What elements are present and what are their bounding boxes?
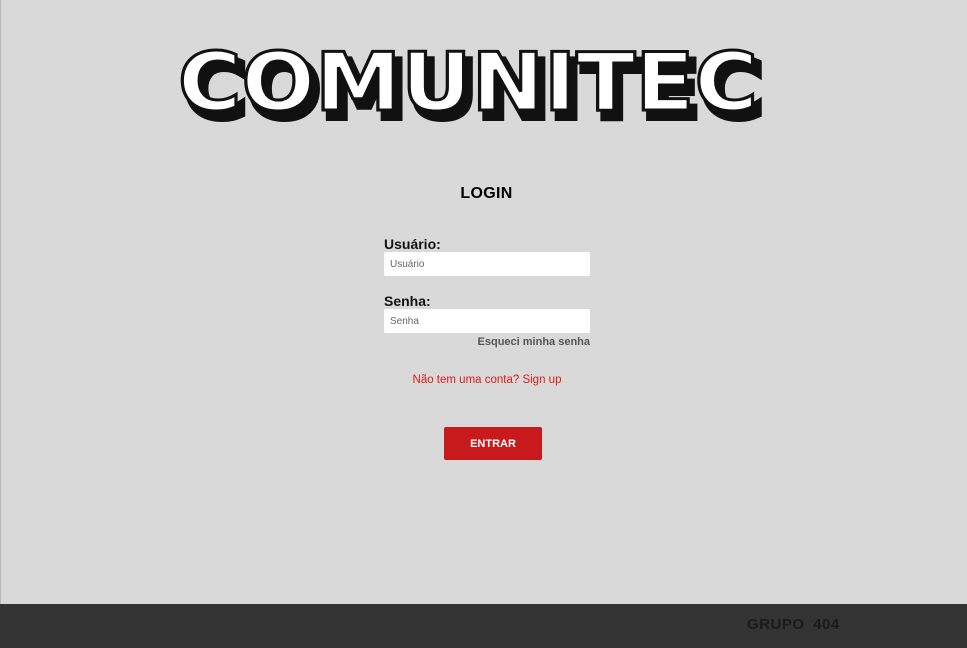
password-input[interactable]: [384, 309, 590, 333]
signup-link[interactable]: Não tem uma conta? Sign up: [384, 374, 590, 386]
login-page: COMUNITEC COMUNITEC LOGIN Usuário: Senha…: [0, 0, 967, 604]
login-title: LOGIN: [460, 185, 513, 202]
footer: GRUPO 404: [0, 604, 967, 648]
username-input[interactable]: [384, 252, 590, 276]
entrar-button[interactable]: ENTRAR: [444, 427, 542, 460]
footer-group-label: GRUPO 404: [747, 616, 840, 633]
comunitec-logo: COMUNITEC COMUNITEC: [177, 36, 768, 124]
logo-text: COMUNITEC: [178, 36, 758, 124]
password-label: Senha:: [384, 293, 431, 309]
username-label: Usuário:: [384, 236, 441, 252]
forgot-password-link[interactable]: Esqueci minha senha: [384, 336, 590, 348]
